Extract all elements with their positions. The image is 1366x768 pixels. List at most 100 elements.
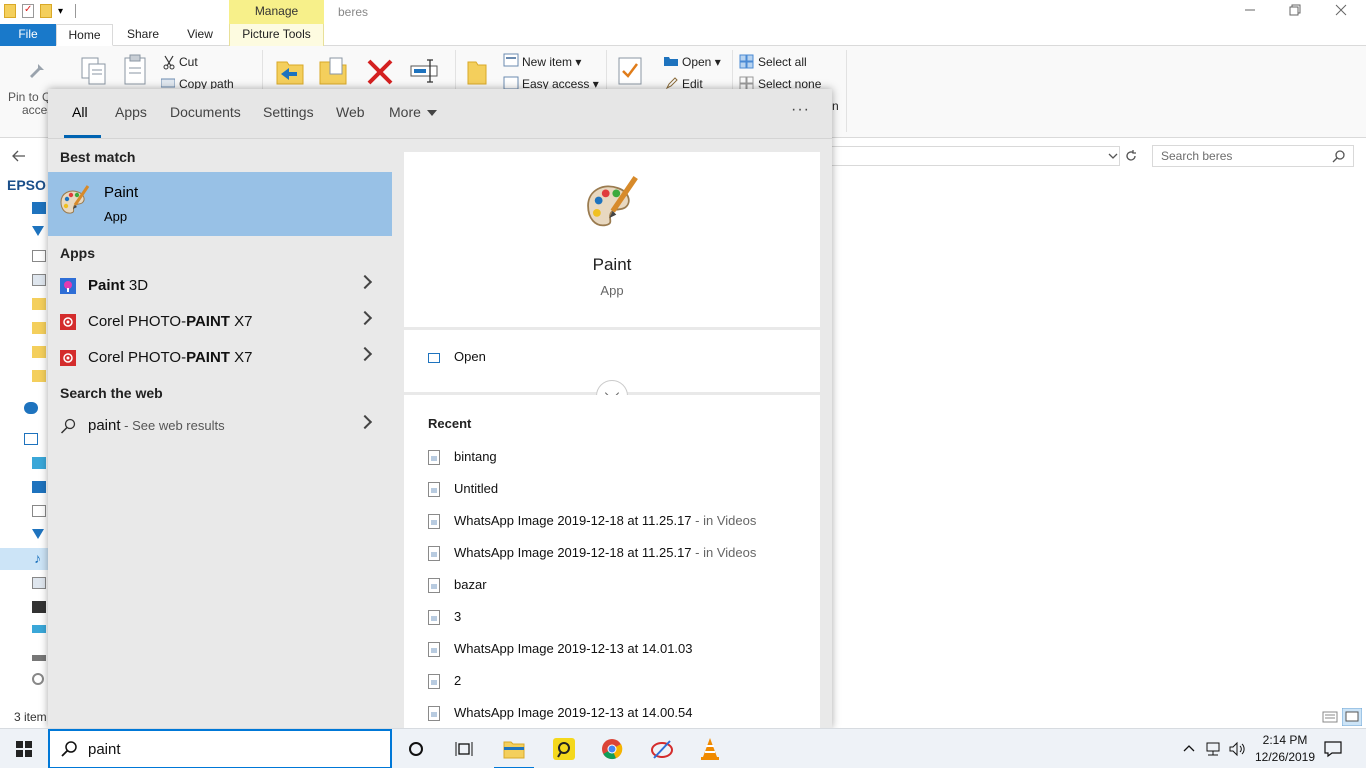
delete-icon[interactable] [366,58,394,86]
tab-picture-tools[interactable]: Picture Tools [229,24,324,46]
recent-file[interactable]: bazar [428,577,487,594]
recent-file[interactable]: 3 [428,609,461,626]
tab-view[interactable]: View [172,24,228,46]
large-icons-view-icon[interactable] [1342,708,1362,726]
yellow-app-taskbar-button[interactable] [540,729,588,768]
coreldraw-taskbar-button[interactable] [638,729,686,768]
recent-file[interactable]: Untitled [428,481,498,498]
paste-icon[interactable] [122,54,150,86]
copy-icon[interactable] [80,56,108,86]
folder-icon[interactable] [32,370,46,382]
invert-selection-partial[interactable]: n [832,99,839,113]
tab-file[interactable]: File [0,24,56,46]
videos-icon[interactable] [32,601,46,613]
refresh-icon[interactable] [1124,149,1138,163]
local-disk-icon[interactable] [32,625,46,633]
new-folder-icon[interactable] [40,4,52,18]
tab-share[interactable]: Share [115,24,171,46]
open-action[interactable]: Open [428,349,486,364]
address-bar[interactable] [820,146,1120,166]
volume-icon[interactable] [1228,741,1246,757]
onedrive-icon[interactable] [24,402,38,414]
cut-button[interactable]: Cut [179,55,198,69]
taskbar-search-box[interactable]: paint [48,729,392,768]
close-button[interactable] [1318,0,1364,24]
tab-documents[interactable]: Documents [170,104,241,120]
app-result-corel-photo-paint[interactable]: Corel PHOTO-PAINT X7 [48,340,392,376]
taskbar-search-text[interactable]: paint [88,741,121,758]
drive-icon[interactable] [32,655,46,661]
app-result-corel-photo-paint[interactable]: Corel PHOTO-PAINT X7 [48,304,392,340]
folder-icon[interactable] [32,322,46,334]
chevron-right-icon[interactable] [357,310,373,326]
restore-button[interactable] [1272,0,1318,24]
recent-file[interactable]: WhatsApp Image 2019-12-13 at 14.01.03 [428,641,693,658]
move-to-icon[interactable] [275,56,305,86]
network-icon[interactable] [1204,741,1222,757]
desktop-icon[interactable] [32,202,46,214]
tab-more[interactable]: More [389,104,437,120]
3d-objects-icon[interactable] [32,457,46,469]
rename-icon[interactable] [408,56,440,86]
tab-settings[interactable]: Settings [263,104,314,120]
recent-file[interactable]: WhatsApp Image 2019-12-13 at 14.00.54 [428,705,693,722]
more-options-button[interactable]: ··· [791,101,810,119]
properties-icon[interactable] [22,4,34,18]
chevron-right-icon[interactable] [357,414,373,430]
cut-icon[interactable] [161,54,177,70]
this-pc-icon[interactable] [24,433,38,445]
cd-drive-icon[interactable] [32,673,44,685]
chevron-up-icon[interactable] [1182,742,1196,756]
pictures-icon[interactable] [32,577,46,589]
new-folder-icon[interactable] [466,56,488,86]
downloads-icon[interactable] [32,529,44,539]
new-item-button[interactable]: New item ▾ [522,55,581,69]
action-center-icon[interactable] [1324,740,1342,758]
details-view-icon[interactable] [1322,710,1338,724]
open-icon [664,57,678,66]
tab-all[interactable]: All [72,104,88,120]
properties-icon[interactable] [617,56,643,86]
recent-file[interactable]: bintang [428,449,497,466]
vlc-taskbar-button[interactable] [686,729,734,768]
app-result-paint-3d[interactable]: Paint 3D [48,268,392,304]
pictures-icon[interactable] [32,274,46,286]
open-button[interactable]: Open ▾ [682,55,721,69]
cortana-button[interactable] [392,729,440,768]
chevron-down-icon[interactable] [1106,149,1120,163]
start-button[interactable] [0,729,48,768]
clock[interactable]: 2:14 PM 12/26/2019 [1252,732,1318,766]
task-view-button[interactable] [440,729,488,768]
pin-quick-access-label[interactable]: Pin to Q [8,90,51,104]
folder-icon[interactable] [32,298,46,310]
chevron-right-icon[interactable] [357,274,373,290]
file-explorer-taskbar-button[interactable] [490,729,538,768]
tab-manage[interactable]: Manage [229,0,324,24]
tab-home[interactable]: Home [56,24,113,46]
recent-file[interactable]: WhatsApp Image 2019-12-18 at 11.25.17 - … [428,513,756,530]
desktop-icon[interactable] [32,481,46,493]
back-arrow-icon[interactable] [12,149,26,163]
recent-file[interactable]: 2 [428,673,461,690]
customize-toolbar-icon[interactable]: ▾ [58,6,63,17]
documents-icon[interactable] [32,505,46,517]
tab-web[interactable]: Web [336,104,365,120]
best-match-result[interactable]: Paint App [48,172,392,236]
folder-icon[interactable] [4,4,16,18]
minimize-button[interactable] [1227,0,1273,24]
downloads-icon[interactable] [32,226,44,236]
chrome-taskbar-button[interactable] [588,729,636,768]
chevron-right-icon[interactable] [357,346,373,362]
web-search-result[interactable]: paint - See web results [48,408,392,444]
recent-file[interactable]: WhatsApp Image 2019-12-18 at 11.25.17 - … [428,545,756,562]
folder-icon[interactable] [32,346,46,358]
select-all-button[interactable]: Select all [758,55,807,69]
pin-icon[interactable] [28,58,50,82]
explorer-search-input[interactable]: Search beres [1152,145,1354,167]
open-icon [428,352,440,363]
copy-to-icon[interactable] [318,56,348,86]
selected-nav-item[interactable]: ♪ [0,548,48,570]
result-details-pane: Paint App Open Recent bintang Untitled W… [404,152,820,728]
tab-apps[interactable]: Apps [115,104,147,120]
documents-icon[interactable] [32,250,46,262]
